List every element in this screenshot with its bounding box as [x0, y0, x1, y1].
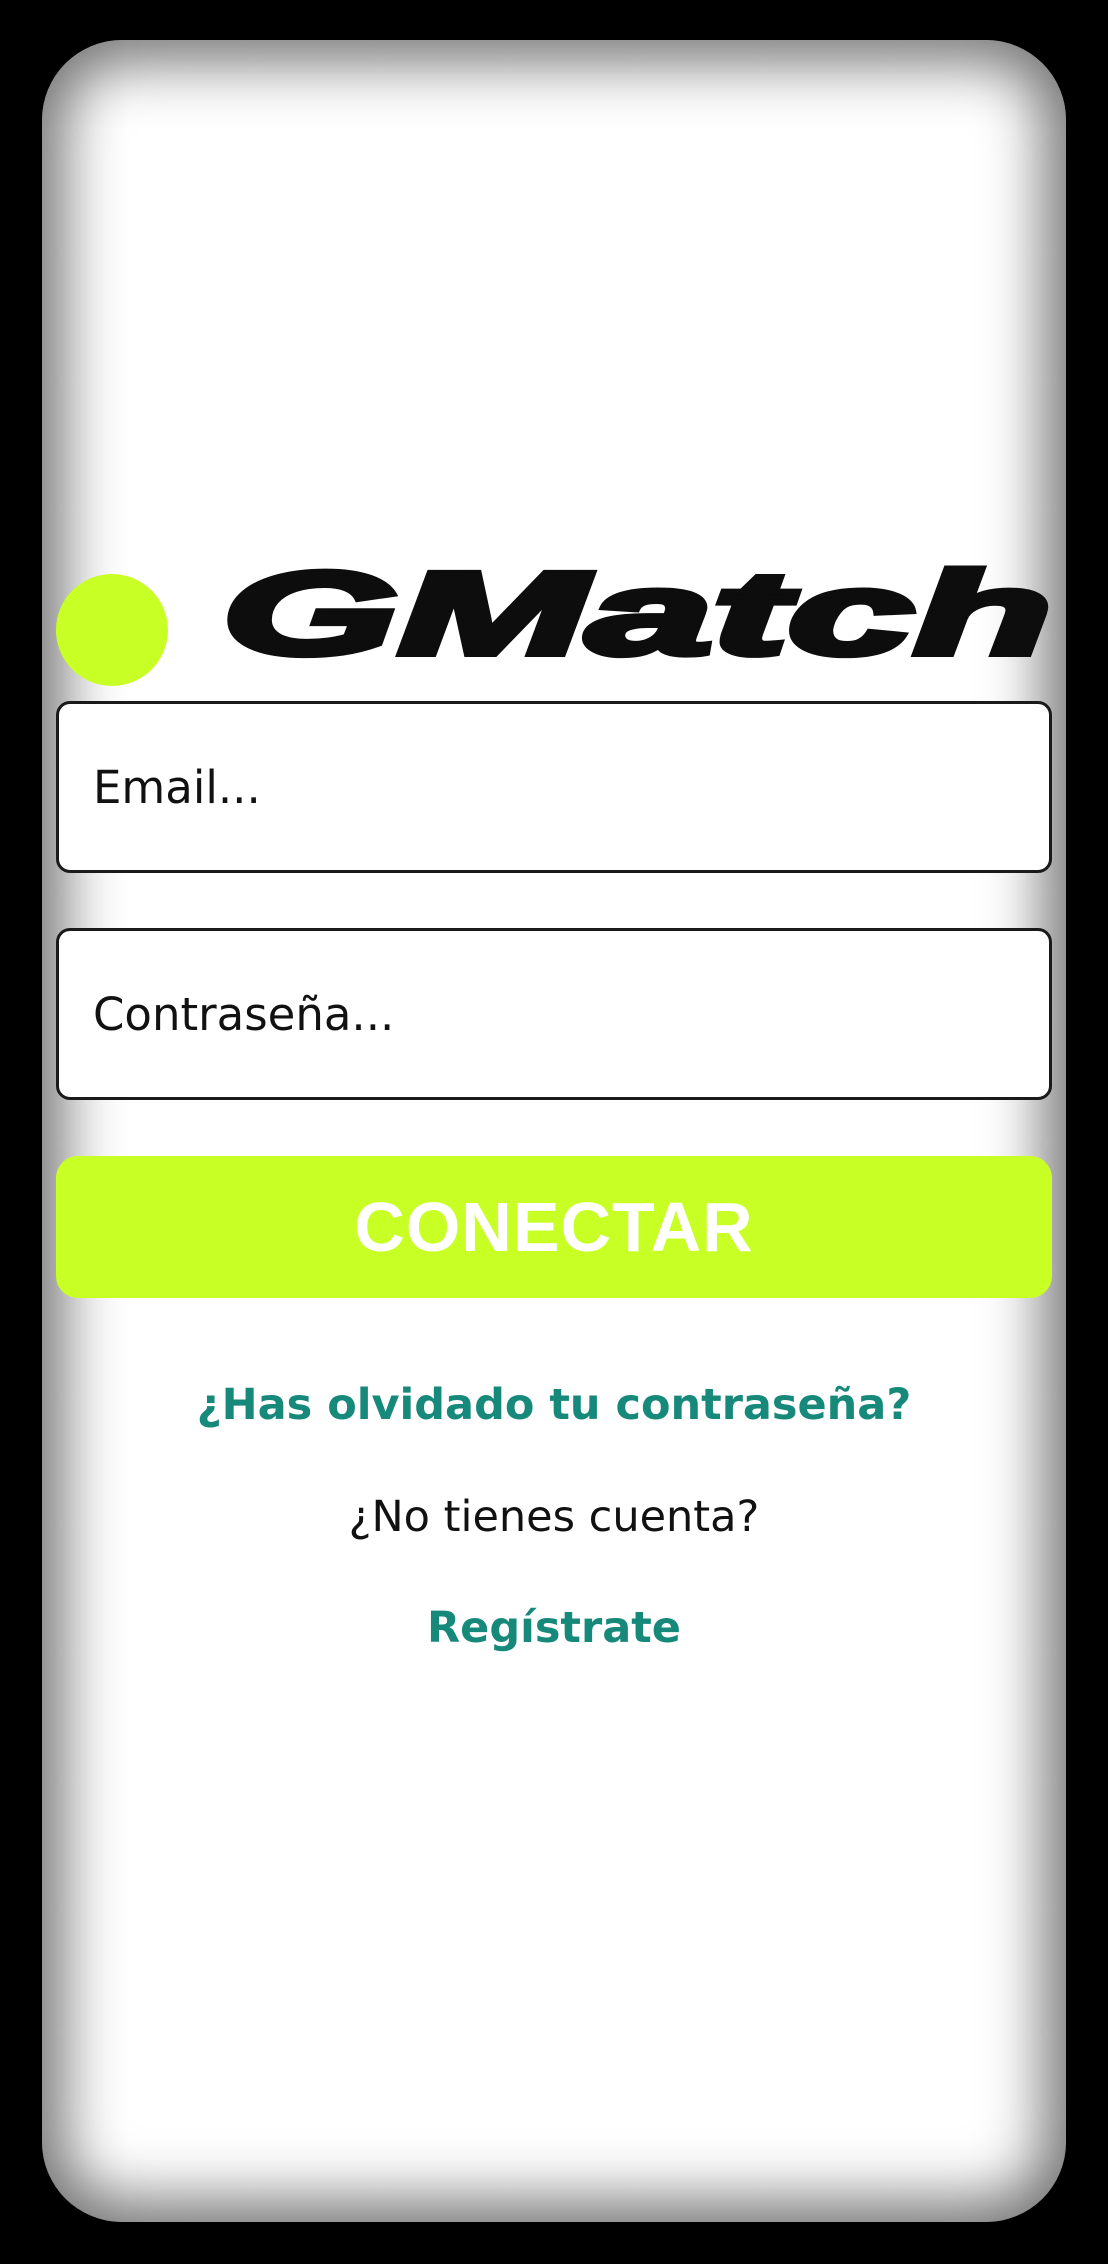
no-account-text: ¿No tienes cuenta?: [348, 1492, 760, 1542]
app-logo: GMatch: [42, 530, 1066, 686]
connect-button[interactable]: CONECTAR: [56, 1156, 1052, 1298]
logo-wordmark: GMatch: [222, 554, 1052, 674]
logo-wordmark-text: GMatch: [222, 554, 1052, 674]
forgot-password-link[interactable]: ¿Has olvidado tu contraseña?: [42, 1380, 1066, 1430]
phone-frame: GMatch CONECTAR ¿Has olvidado tu contras…: [0, 0, 1108, 2264]
password-field[interactable]: [56, 928, 1052, 1100]
register-link[interactable]: Regístrate: [42, 1603, 1066, 1653]
email-field[interactable]: [56, 701, 1052, 873]
logo-dot-icon: [56, 574, 168, 686]
login-screen: GMatch CONECTAR ¿Has olvidado tu contras…: [42, 40, 1066, 2222]
